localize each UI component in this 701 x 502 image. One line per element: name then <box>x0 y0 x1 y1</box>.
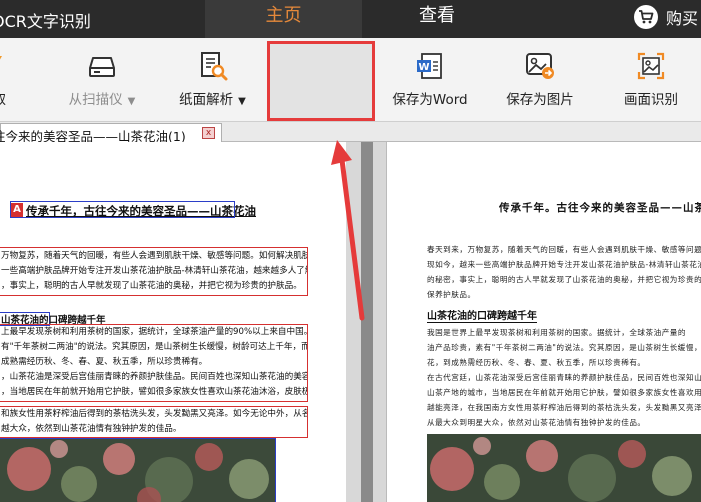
screen-ocr-button[interactable]: 画面识别 <box>606 38 696 122</box>
result-title: 传承千年。古往今来的美容圣品——山茶 <box>499 202 701 214</box>
svg-text:W: W <box>418 62 429 73</box>
result-line: 在古代宫廷，山茶花油深受后宫佳丽青睐的养颜护肤佳品，民间百姓也深知山茶花 <box>427 373 701 382</box>
result-paragraph-1: 春天到来，万物复苏，随着天气的回暖，有些人会遇到肌肤干燥、敏感等问题，如何 现如… <box>427 242 701 302</box>
result-line: 现如今，越来一些高端护肤品牌开始专注开发山茶花油护肤品-林清轩山茶花油，越来越 <box>427 260 701 269</box>
open-file-button[interactable]: 取 <box>0 38 14 122</box>
tab-home[interactable]: 主页 <box>205 0 362 38</box>
screen-ocr-label: 画面识别 <box>624 92 678 108</box>
result-line: 春天到来，万物复苏，随着天气的回暖，有些人会遇到肌肤干燥、敏感等问题，如何 <box>427 245 701 254</box>
save-image-button[interactable]: 保存为图片 <box>495 38 585 122</box>
camellia-photo-copy <box>427 434 701 502</box>
result-line: 越能亮泽，在我国南方女性用茶籽榨油后得到的茶枯洗头发，头发黝黑又亮泽。如今无论 <box>427 403 701 412</box>
source-page-pane[interactable]: A 传承千年，古往今来的美容圣品——山茶花油 万物复苏，随着天气的回暖，有些人会… <box>0 142 346 502</box>
result-subtitle: 山茶花油的口碑跨越千年 <box>427 307 537 323</box>
document-search-icon <box>197 50 229 82</box>
save-word-button[interactable]: W 保存为Word <box>385 38 475 122</box>
result-line: 油产品珍贵，素有"千年茶树二两油"的说法。究其原因，是山茶树生长缓慢，树龄可达上 <box>427 343 701 352</box>
title-region[interactable] <box>10 201 235 218</box>
ocr-app-window: OCR文字识别 主页 查看 购买 取 <box>0 0 701 502</box>
save-word-label: 保存为Word <box>392 92 468 108</box>
screen-capture-icon <box>635 50 667 82</box>
document-tab[interactable]: 往今来的美容圣品——山茶花油(1) x <box>0 123 222 144</box>
paragraph-3-line: 越大众，依然到山茶花油情有独钟护发的佳品。 <box>1 424 182 434</box>
title-bar: OCR文字识别 主页 查看 购买 <box>0 0 701 38</box>
close-tab-icon[interactable]: x <box>202 127 215 139</box>
image-region[interactable] <box>0 438 276 502</box>
result-line: 山茶产地的城市，当地居民在年前就开始用它护肤，譬如很多家族女性喜欢用山茶花油 <box>427 388 701 397</box>
paragraph-region-3[interactable]: 和族女性用茶籽榨油后得到的茶枯洗头发，头发黝黑又亮泽。如今无论中外，从名媛到明星… <box>0 406 308 438</box>
paragraph-2-line: ，当地居民在年前就开始用它护肤，譬如很多家族女性喜欢山茶花油沐浴，皮肤极富弹性 <box>1 387 307 397</box>
result-line: 的秘密，事实上，聪明的古人早就发现了山茶花油的奥秘，并把它视为珍贵的护肤品。 <box>427 275 701 284</box>
paragraph-1-line: ，事实上，聪明的古人早就发现了山茶花油的奥秘，并把它视为珍贵的护肤品。 <box>1 281 302 291</box>
camellia-photo <box>0 439 275 502</box>
paragraph-1-line: 万物复苏，随着天气的回暖，有些人会遇到肌肤干燥、敏感等问题。如何解决肌肤季节问题… <box>1 251 307 261</box>
paragraph-2-line: 成熟需经历秋、冬、春、夏、秋五季，所以珍贵稀有。 <box>1 357 208 367</box>
paragraph-1-line: 一些高端护肤品牌开始专注开发山茶花油护肤品-林清轩山茶花油，越来越多人了解到山茶… <box>1 266 307 276</box>
paragraph-region-1[interactable]: 万物复苏，随着天气的回暖，有些人会遇到肌肤干燥、敏感等问题。如何解决肌肤季节问题… <box>0 247 308 296</box>
document-tab-strip: 往今来的美容圣品——山茶花油(1) x <box>0 122 701 144</box>
open-file-label: 取 <box>0 88 14 108</box>
recognize-highlight-box <box>267 41 375 121</box>
paper-analysis-button[interactable]: 纸面解析 ▼ <box>165 38 260 122</box>
paragraph-2-line: 上最早发现茶树和利用茶树的国家，据统计，全球茶油产量的90%以上来自中国。不过山… <box>1 327 307 337</box>
scan-label: 从扫描仪 ▼ <box>68 92 136 108</box>
result-line: 我国是世界上最早发现茶树和利用茶树的国家。据统计，全球茶油产量的 <box>427 328 686 337</box>
save-image-label: 保存为图片 <box>506 92 574 108</box>
folder-arrow-icon <box>0 50 8 82</box>
paragraph-2-line: ，山茶花油是深受后宫佳丽青睐的养颜护肤佳品。民间百姓也深知山茶花油的美容奇效。在… <box>1 372 307 382</box>
result-line: 保养护肤品。 <box>427 290 476 299</box>
result-paragraph-2: 我国是世界上最早发现茶树和利用茶树的国家。据统计，全球茶油产量的 油产品珍贵，素… <box>427 325 701 430</box>
scanner-icon <box>86 50 118 82</box>
result-line: 花，到成熟需经历秋、冬、春、夏、秋五季，所以珍贵稀有。 <box>427 358 646 367</box>
word-document-icon: W <box>414 50 446 82</box>
shopping-cart-icon <box>634 5 658 29</box>
buy-label: 购买 <box>666 9 699 28</box>
image-export-icon <box>524 50 556 82</box>
buy-button[interactable]: 购买 <box>634 4 701 30</box>
scan-button[interactable]: 从扫描仪 ▼ <box>52 38 152 122</box>
pane-scrollbar[interactable] <box>361 142 373 502</box>
paragraph-3-line: 和族女性用茶籽榨油后得到的茶枯洗头发，头发黝黑又亮泽。如今无论中外，从名媛到明星 <box>1 409 307 419</box>
app-title: OCR文字识别 <box>0 12 91 31</box>
result-line: 从最大众到明星大众，依然对山茶花油情有独钟护发的佳品。 <box>427 418 646 427</box>
paper-analysis-label: 纸面解析 ▼ <box>179 92 246 108</box>
result-page-pane[interactable]: 传承千年。古往今来的美容圣品——山茶 春天到来，万物复苏，随着天气的回暖，有些人… <box>386 142 701 502</box>
tab-view[interactable]: 查看 <box>362 0 512 38</box>
paragraph-region-2[interactable]: 上最早发现茶树和利用茶树的国家，据统计，全球茶油产量的90%以上来自中国。不过山… <box>0 324 308 402</box>
paragraph-2-line: 有"千年茶树二两油"的说法。究其原因，是山茶树生长缓慢，树龄可达上千年，而山茶果… <box>1 342 307 352</box>
result-image <box>427 434 701 502</box>
